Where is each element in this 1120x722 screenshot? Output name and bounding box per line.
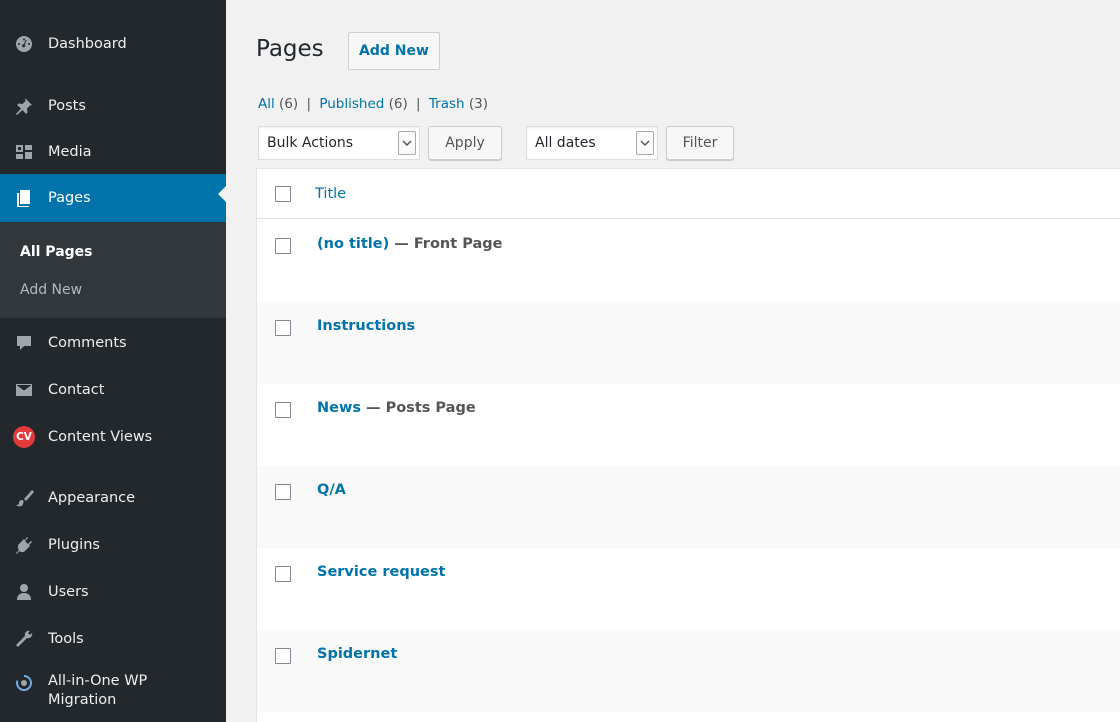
page-title: Pages [256,36,324,62]
pages-icon [13,187,35,209]
filter-trash-link[interactable]: Trash [429,96,465,112]
page-title-link[interactable]: Service request [317,564,445,580]
page-title-link[interactable]: Instructions [317,318,415,334]
pages-table: Title (no title) — Front Page Instructio… [256,168,1120,722]
sidebar-item-label: Contact [48,382,105,398]
migration-icon [13,672,35,694]
table-row: Q/A [257,466,1120,548]
table-row: (no title) — Front Page [257,220,1120,302]
dashboard-icon [13,33,35,55]
page-title-link[interactable]: News — Posts Page [317,400,476,416]
all-count: (6) [279,96,299,112]
table-row: Spidernet [257,630,1120,712]
envelope-icon [13,379,35,401]
pin-icon [13,95,35,117]
page-title-link[interactable]: Q/A [317,482,346,498]
media-icon [13,141,35,163]
select-all-checkbox[interactable] [275,186,291,202]
sidebar-item-label: Content Views [48,429,153,445]
page-state: — Front Page [389,236,503,252]
separator: | [416,96,421,112]
sidebar-item-label: All-in-One WP Migration [48,673,148,708]
submenu-item-all-pages[interactable]: All Pages [20,244,93,260]
wrench-icon [13,628,35,650]
sidebar-item-label: Users [48,584,89,600]
sidebar-item-label: Appearance [48,490,136,506]
filter-all-link[interactable]: All [258,96,275,112]
page-state: — Posts Page [361,400,476,416]
published-count: (6) [388,96,408,112]
sidebar-item-label: Comments [48,335,127,351]
sidebar-item-label: Plugins [48,537,100,553]
sidebar-item-comments[interactable]: Comments [0,323,226,363]
sidebar-item-media[interactable]: Media [0,132,226,172]
sidebar-item-label: Media [48,144,92,160]
sidebar-item-content-views[interactable]: CV Content Views [0,417,226,457]
page-title-link[interactable]: Spidernet [317,646,397,662]
row-checkbox[interactable] [275,566,291,582]
status-filter-links: All (6) | Published (6) | Trash (3) [258,96,488,112]
cv-badge: CV [13,426,35,448]
bulk-actions-value: Bulk Actions [267,135,354,151]
sidebar-item-contact[interactable]: Contact [0,370,226,410]
brush-icon [13,487,35,509]
apply-button[interactable]: Apply [428,126,502,160]
dates-select[interactable]: All dates [526,126,658,160]
sidebar-item-users[interactable]: Users [0,572,226,612]
sidebar-item-posts[interactable]: Posts [0,86,226,126]
row-checkbox[interactable] [275,402,291,418]
filter-button[interactable]: Filter [666,126,734,160]
filter-published-link[interactable]: Published [319,96,384,112]
sidebar-item-appearance[interactable]: Appearance [0,478,226,518]
main-content: Pages Add New All (6) | Published (6) | … [226,0,1120,722]
row-checkbox[interactable] [275,648,291,664]
plugin-icon [13,534,35,556]
bulk-actions-select[interactable]: Bulk Actions [258,126,420,160]
sidebar-item-label: Dashboard [48,36,127,52]
separator: | [306,96,312,112]
content-views-icon: CV [13,426,35,448]
users-icon [13,581,35,603]
pages-submenu: All Pages Add New [0,222,226,318]
chevron-down-icon [398,131,416,155]
sidebar-item-dashboard[interactable]: Dashboard [0,24,226,64]
table-row: News — Posts Page [257,384,1120,466]
sidebar-item-label: Pages [48,190,91,206]
row-checkbox[interactable] [275,238,291,254]
title-column-header[interactable]: Title [315,186,346,202]
dates-value: All dates [535,135,596,151]
comment-icon [13,332,35,354]
sidebar-item-label: Tools [48,631,84,647]
sidebar-item-all-in-one-wp-migration[interactable]: All-in-One WP Migration [0,668,226,718]
table-header: Title [257,169,1120,219]
sidebar-item-label: Posts [48,98,86,114]
add-new-button[interactable]: Add New [348,32,440,70]
chevron-down-icon [636,131,654,155]
table-row: Instructions [257,302,1120,384]
sidebar-item-plugins[interactable]: Plugins [0,525,226,565]
trash-count: (3) [468,96,489,112]
row-checkbox[interactable] [275,320,291,336]
page-title-link[interactable]: (no title) — Front Page [317,236,502,252]
sidebar-item-pages[interactable]: Pages [0,174,226,222]
row-checkbox[interactable] [275,484,291,500]
submenu-item-add-new[interactable]: Add New [20,282,82,298]
table-row: Service request [257,548,1120,630]
admin-sidebar: Dashboard Posts Media Pages All Pages Ad… [0,0,226,722]
sidebar-item-tools[interactable]: Tools [0,619,226,659]
